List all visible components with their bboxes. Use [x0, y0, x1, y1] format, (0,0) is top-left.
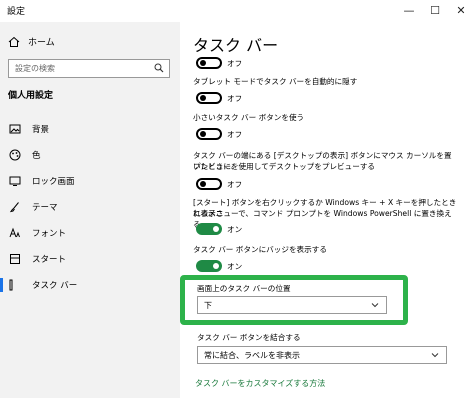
title-bar: 設定 — ☐ ✕: [0, 0, 474, 22]
lock-screen-icon: [8, 174, 22, 188]
settings-search-input[interactable]: 設定の検索: [8, 59, 170, 78]
toggle-state: オン: [227, 262, 243, 271]
toggle-state: オフ: [227, 180, 243, 189]
brush-icon: [8, 200, 22, 214]
home-icon: [8, 36, 20, 47]
start-icon: [8, 252, 22, 266]
toggle-switch[interactable]: [196, 57, 222, 69]
palette-icon: [8, 148, 22, 162]
search-icon: [154, 63, 164, 73]
sidebar-item-taskbar[interactable]: タスク バー: [0, 272, 180, 298]
toggle-switch[interactable]: [196, 223, 222, 235]
chevron-down-icon: [431, 353, 439, 358]
sidebar-item-lock-screen[interactable]: ロック画面: [0, 168, 180, 194]
search-placeholder: 設定の検索: [15, 64, 55, 73]
home-label: ホーム: [28, 38, 55, 48]
combine-buttons-dropdown[interactable]: 常に結合、ラベルを非表示: [197, 346, 447, 364]
sidebar-item-color[interactable]: 色: [0, 142, 180, 168]
sidebar-item-label: 背景: [32, 125, 50, 135]
toggle-knob: [200, 60, 206, 66]
active-indicator: [0, 278, 3, 292]
toggle-switch[interactable]: [196, 128, 222, 140]
toggle-switch[interactable]: [196, 178, 222, 190]
toggle-state: オフ: [227, 59, 243, 68]
picture-icon: [8, 122, 22, 136]
toggle-state: オフ: [227, 94, 243, 103]
setting-label: プレビューを使用してデスクトップをプレビューする: [193, 162, 376, 171]
toggle-knob: [213, 226, 219, 232]
sidebar-item-label: ロック画面: [32, 177, 75, 187]
page-title: タスク バー: [193, 36, 279, 55]
sidebar-item-label: スタート: [32, 255, 67, 265]
app-title: 設定: [7, 7, 26, 17]
sidebar-item-theme[interactable]: テーマ: [0, 194, 180, 220]
sidebar: ホーム 設定の検索 個人用設定 背景 色 ロック画面 テーマ フォント スタート…: [0, 22, 180, 398]
taskbar-position-label: 画面上のタスク バーの位置: [197, 284, 291, 293]
toggle-knob: [213, 263, 219, 269]
sidebar-item-label: タスク バー: [32, 281, 78, 291]
taskbar-icon: [8, 278, 22, 292]
sidebar-item-label: フォント: [32, 229, 67, 239]
close-button[interactable]: ✕: [446, 2, 474, 18]
sidebar-item-font[interactable]: フォント: [0, 220, 180, 246]
toggle-knob: [200, 95, 206, 101]
combine-buttons-label: タスク バー ボタンを結合する: [197, 333, 301, 342]
combine-buttons-value: 常に結合、ラベルを非表示: [204, 351, 300, 360]
taskbar-position-value: 下: [204, 301, 212, 310]
toggle-state: オン: [227, 225, 243, 234]
setting-label: タブレット モードでタスク バーを自動的に隠す: [193, 77, 358, 86]
setting-label: タスク バー ボタンにバッジを表示する: [193, 245, 327, 254]
toggle-switch[interactable]: [196, 92, 222, 104]
setting-label: 小さいタスク バー ボタンを使う: [193, 113, 305, 122]
customize-taskbar-link[interactable]: タスク バーをカスタマイズする方法: [195, 378, 325, 389]
font-icon: [8, 226, 22, 240]
toggle-switch[interactable]: [196, 260, 222, 272]
chevron-down-icon: [371, 303, 379, 308]
section-title: 個人用設定: [8, 91, 54, 101]
toggle-knob: [200, 181, 206, 187]
toggle-state: オフ: [227, 130, 243, 139]
sidebar-item-label: テーマ: [32, 203, 58, 213]
home-link[interactable]: ホーム: [8, 35, 55, 48]
sidebar-item-background[interactable]: 背景: [0, 116, 180, 142]
sidebar-item-start[interactable]: スタート: [0, 246, 180, 272]
taskbar-position-dropdown[interactable]: 下: [197, 296, 387, 314]
toggle-knob: [200, 131, 206, 137]
sidebar-item-label: 色: [32, 151, 41, 161]
